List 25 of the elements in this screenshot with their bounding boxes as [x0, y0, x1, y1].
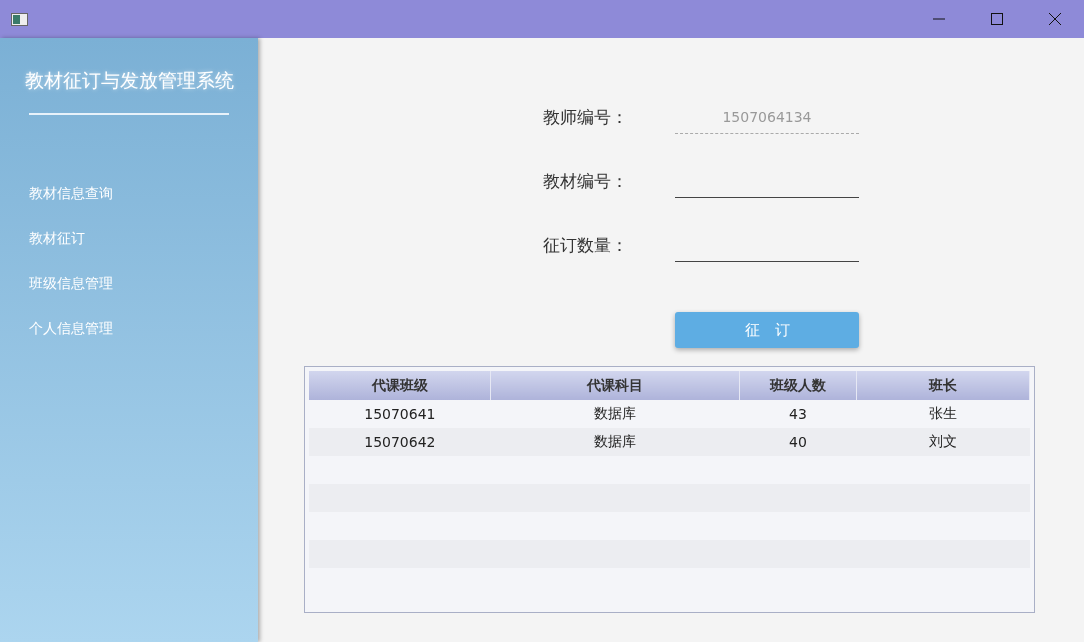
table-cell: 15070641: [309, 400, 491, 428]
maximize-icon: [991, 13, 1003, 25]
nav-item[interactable]: 班级信息管理: [29, 272, 113, 295]
order-button[interactable]: 征 订: [675, 312, 859, 348]
table-cell: 数据库: [490, 428, 740, 456]
column-header[interactable]: 代课班级: [309, 371, 491, 400]
table-cell: 40: [739, 428, 857, 456]
nav-item[interactable]: 个人信息管理: [29, 317, 113, 340]
app-title: 教材征订与发放管理系统: [23, 68, 235, 93]
column-header[interactable]: 班长: [856, 371, 1030, 400]
nav-item[interactable]: 教材信息查询: [29, 182, 113, 205]
table-cell: 刘文: [856, 428, 1030, 456]
close-icon: [1048, 12, 1062, 26]
table-cell: 15070642: [309, 428, 491, 456]
nav-item[interactable]: 教材征订: [29, 227, 85, 250]
minimize-icon: [933, 18, 945, 20]
table-cell: 张生: [856, 400, 1030, 428]
field-label: 教材编号：: [543, 170, 629, 193]
field-label: 征订数量：: [543, 234, 629, 257]
field-label: 教师编号：: [543, 106, 629, 129]
column-header[interactable]: 班级人数: [739, 371, 857, 400]
app-icon: [11, 12, 28, 26]
table-cell: 43: [739, 400, 857, 428]
column-header[interactable]: 代课科目: [490, 371, 740, 400]
table-cell: 数据库: [490, 400, 740, 428]
